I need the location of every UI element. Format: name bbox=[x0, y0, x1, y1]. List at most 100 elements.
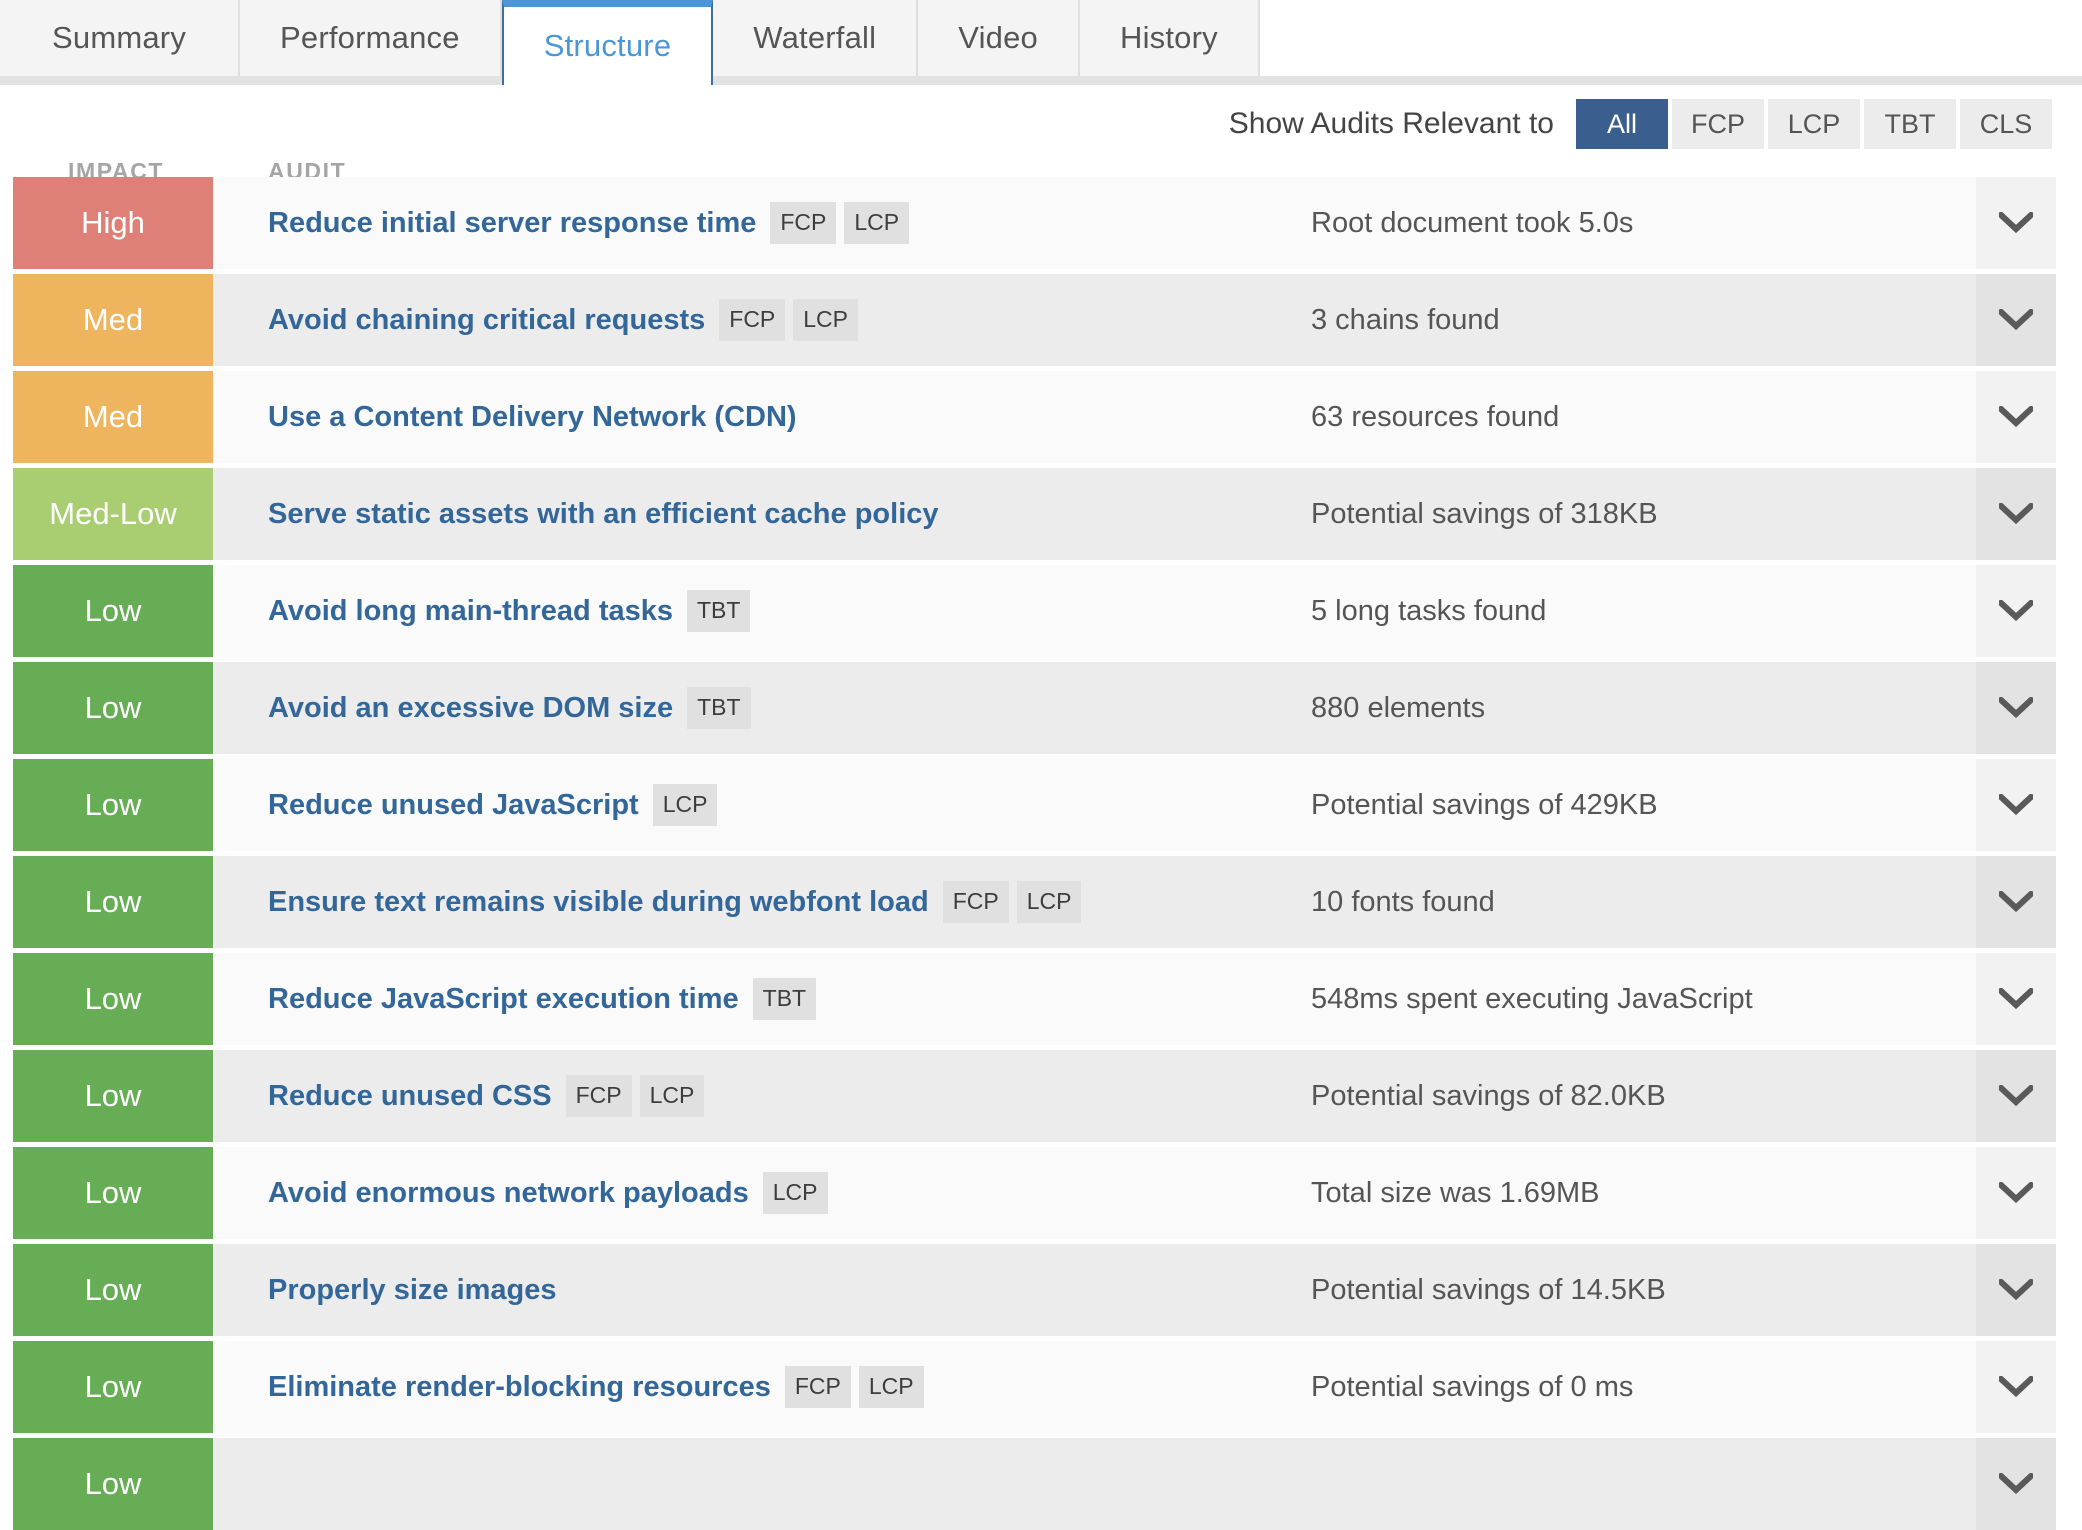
impact-badge: Low bbox=[13, 953, 213, 1045]
audit-title-link[interactable]: Use a Content Delivery Network (CDN) bbox=[268, 401, 797, 434]
chevron-down-icon[interactable] bbox=[1976, 274, 2056, 366]
audit-value: Potential savings of 0 ms bbox=[1303, 1341, 1976, 1433]
table-row[interactable]: Med-Low Serve static assets with an effic… bbox=[0, 468, 2082, 560]
audit-value: 3 chains found bbox=[1303, 274, 1976, 366]
metric-tag-fcp: FCP bbox=[566, 1075, 632, 1117]
table-row[interactable]: Low Properly size images Potential savings… bbox=[0, 1244, 2082, 1336]
audit-title-link[interactable]: Eliminate render-blocking resources bbox=[268, 1371, 771, 1404]
table-row[interactable]: Med Avoid chaining critical requests FCPLC… bbox=[0, 274, 2082, 366]
filter-option-lcp[interactable]: LCP bbox=[1768, 99, 1860, 149]
metric-tag-fcp: FCP bbox=[770, 202, 836, 244]
metric-tag-list: FCPLCP bbox=[785, 1366, 924, 1408]
chevron-down-icon[interactable] bbox=[1976, 1147, 2056, 1239]
tab-video[interactable]: Video bbox=[918, 0, 1080, 76]
filter-option-tbt[interactable]: TBT bbox=[1864, 99, 1956, 149]
table-row[interactable]: High Reduce initial server response time F… bbox=[0, 177, 2082, 269]
impact-cell: Low bbox=[0, 759, 213, 851]
table-row[interactable]: LowReduce JavaScript execution timeTBT54… bbox=[0, 953, 2082, 1045]
chevron-down-icon[interactable] bbox=[1976, 565, 2056, 657]
impact-cell: Low bbox=[0, 1050, 213, 1142]
audit-title-link[interactable]: Reduce unused CSS bbox=[268, 1080, 552, 1113]
filter-option-all[interactable]: All bbox=[1576, 99, 1668, 149]
chevron-down-icon[interactable] bbox=[1976, 1341, 2056, 1433]
impact-cell: Low bbox=[0, 1438, 213, 1530]
impact-cell: Low bbox=[0, 856, 213, 948]
audit-title-link[interactable]: Avoid an excessive DOM size bbox=[268, 692, 673, 725]
filter-option-cls[interactable]: CLS bbox=[1960, 99, 2052, 149]
tab-structure[interactable]: Structure bbox=[502, 0, 714, 85]
chevron-down-icon[interactable] bbox=[1976, 856, 2056, 948]
metric-tag-lcp: LCP bbox=[1017, 881, 1082, 923]
impact-badge: Low bbox=[13, 1244, 213, 1336]
impact-cell: Low bbox=[0, 565, 213, 657]
chevron-down-icon[interactable] bbox=[1976, 468, 2056, 560]
audit-cell: Avoid an excessive DOM sizeTBT bbox=[213, 662, 1303, 754]
table-row[interactable]: LowAvoid enormous network payloadsLCPTot… bbox=[0, 1147, 2082, 1239]
audit-title-link[interactable]: Avoid long main-thread tasks bbox=[268, 595, 673, 628]
metric-tag-list: FCPLCP bbox=[719, 299, 858, 341]
chevron-down-icon[interactable] bbox=[1976, 1244, 2056, 1336]
metric-tag-list: FCPLCP bbox=[770, 202, 909, 244]
audit-title-link[interactable]: Properly size images bbox=[268, 1274, 557, 1307]
impact-cell: Med bbox=[0, 274, 213, 366]
audit-title-link[interactable]: Avoid enormous network payloads bbox=[268, 1177, 749, 1210]
impact-badge: Low bbox=[13, 1147, 213, 1239]
audit-value: 5 long tasks found bbox=[1303, 565, 1976, 657]
tab-summary[interactable]: Summary bbox=[0, 0, 240, 76]
audit-cell: Ensure text remains visible during webfo… bbox=[213, 856, 1303, 948]
filter-option-fcp[interactable]: FCP bbox=[1672, 99, 1764, 149]
tab-performance[interactable]: Performance bbox=[240, 0, 502, 76]
audit-title-link[interactable]: Reduce JavaScript execution time bbox=[268, 983, 739, 1016]
metric-tag-list: LCP bbox=[653, 784, 718, 826]
impact-badge: Low bbox=[13, 856, 213, 948]
audit-title-link[interactable]: Reduce unused JavaScript bbox=[268, 789, 639, 822]
metric-filter-group: AllFCPLCPTBTCLS bbox=[1576, 99, 2052, 149]
impact-cell: Low bbox=[0, 1147, 213, 1239]
audit-title-link[interactable]: Serve static assets with an efficient ca… bbox=[268, 498, 939, 531]
audit-value: Potential savings of 318KB bbox=[1303, 468, 1976, 560]
table-row[interactable]: Low Eliminate render-blocking resources FC… bbox=[0, 1341, 2082, 1433]
chevron-down-icon[interactable] bbox=[1976, 759, 2056, 851]
audit-cell: Use a Content Delivery Network (CDN) bbox=[213, 371, 1303, 463]
chevron-down-icon[interactable] bbox=[1976, 1050, 2056, 1142]
chevron-down-icon[interactable] bbox=[1976, 953, 2056, 1045]
metric-tag-tbt: TBT bbox=[687, 590, 750, 632]
row-tail-spacer bbox=[2056, 1341, 2082, 1433]
table-row[interactable]: LowReduce unused CSSFCPLCPPotential savi… bbox=[0, 1050, 2082, 1142]
tab-history[interactable]: History bbox=[1080, 0, 1260, 76]
metric-tag-fcp: FCP bbox=[719, 299, 785, 341]
table-row[interactable]: Low Avoid long main-thread tasks TBT 5 long… bbox=[0, 565, 2082, 657]
audit-title-link[interactable]: Avoid chaining critical requests bbox=[268, 304, 705, 337]
chevron-down-icon[interactable] bbox=[1976, 1438, 2056, 1530]
tab-waterfall[interactable]: Waterfall bbox=[713, 0, 918, 76]
table-row[interactable]: LowReduce unused JavaScriptLCPPotential … bbox=[0, 759, 2082, 851]
audit-cell: Reduce initial server response time FCPLC… bbox=[213, 177, 1303, 269]
audit-title-link[interactable]: Ensure text remains visible during webfo… bbox=[268, 886, 929, 919]
chevron-down-icon[interactable] bbox=[1976, 177, 2056, 269]
audit-value: 880 elements bbox=[1303, 662, 1976, 754]
impact-cell: High bbox=[0, 177, 213, 269]
row-tail-spacer bbox=[2056, 953, 2082, 1045]
table-row[interactable]: Low bbox=[0, 1438, 2082, 1530]
table-row[interactable]: MedUse a Content Delivery Network (CDN)6… bbox=[0, 371, 2082, 463]
filter-label: Show Audits Relevant to bbox=[1229, 107, 1554, 141]
row-tail-spacer bbox=[2056, 1438, 2082, 1530]
impact-badge: Low bbox=[13, 565, 213, 657]
audit-value: Potential savings of 14.5KB bbox=[1303, 1244, 1976, 1336]
table-row[interactable]: LowAvoid an excessive DOM sizeTBT880 ele… bbox=[0, 662, 2082, 754]
metric-tag-lcp: LCP bbox=[859, 1366, 924, 1408]
audit-title-link[interactable]: Reduce initial server response time bbox=[268, 207, 756, 240]
chevron-down-icon[interactable] bbox=[1976, 662, 2056, 754]
table-row[interactable]: Low Ensure text remains visible during we… bbox=[0, 856, 2082, 948]
audit-value: Root document took 5.0s bbox=[1303, 177, 1976, 269]
impact-badge: Med-Low bbox=[13, 468, 213, 560]
chevron-down-icon[interactable] bbox=[1976, 371, 2056, 463]
audit-cell: Serve static assets with an efficient ca… bbox=[213, 468, 1303, 560]
metric-tag-list: LCP bbox=[763, 1172, 828, 1214]
audit-value: Potential savings of 82.0KB bbox=[1303, 1050, 1976, 1142]
impact-badge: Low bbox=[13, 759, 213, 851]
impact-cell: Low bbox=[0, 1341, 213, 1433]
metric-tag-lcp: LCP bbox=[763, 1172, 828, 1214]
row-tail-spacer bbox=[2056, 565, 2082, 657]
metric-tag-list: TBT bbox=[753, 978, 816, 1020]
